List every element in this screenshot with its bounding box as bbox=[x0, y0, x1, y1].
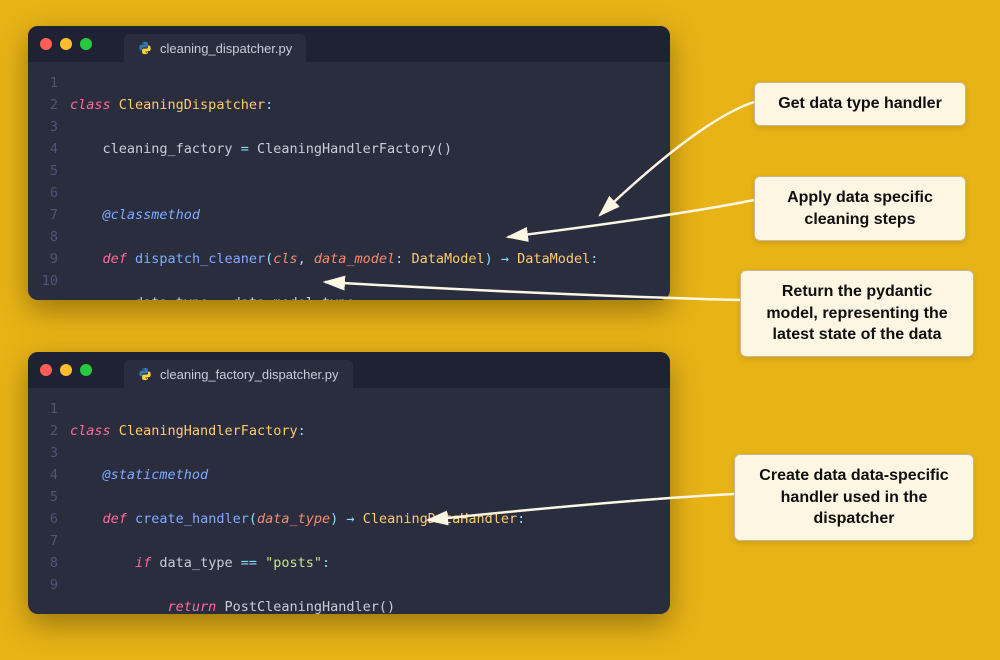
code-area[interactable]: 12345678910 class CleaningDispatcher: cl… bbox=[28, 62, 670, 300]
maximize-icon[interactable] bbox=[80, 38, 92, 50]
callout-return-model: Return the pydantic model, representing … bbox=[740, 270, 974, 357]
window-controls[interactable] bbox=[40, 38, 92, 50]
code-editor-top: cleaning_dispatcher.py 12345678910 class… bbox=[28, 26, 670, 300]
maximize-icon[interactable] bbox=[80, 364, 92, 376]
line-gutter: 123456789 bbox=[28, 398, 70, 614]
python-icon bbox=[138, 41, 152, 55]
window-controls[interactable] bbox=[40, 364, 92, 376]
filename: cleaning_dispatcher.py bbox=[160, 41, 292, 56]
code-editor-bottom: cleaning_factory_dispatcher.py 123456789… bbox=[28, 352, 670, 614]
close-icon[interactable] bbox=[40, 364, 52, 376]
filename: cleaning_factory_dispatcher.py bbox=[160, 367, 339, 382]
line-gutter: 12345678910 bbox=[28, 72, 70, 300]
callout-get-handler: Get data type handler bbox=[754, 82, 966, 126]
titlebar: cleaning_dispatcher.py bbox=[28, 26, 670, 62]
code-content[interactable]: class CleaningHandlerFactory: @staticmet… bbox=[70, 398, 525, 614]
file-tab[interactable]: cleaning_dispatcher.py bbox=[124, 34, 306, 62]
python-icon bbox=[138, 367, 152, 381]
close-icon[interactable] bbox=[40, 38, 52, 50]
minimize-icon[interactable] bbox=[60, 38, 72, 50]
file-tab[interactable]: cleaning_factory_dispatcher.py bbox=[124, 360, 353, 388]
minimize-icon[interactable] bbox=[60, 364, 72, 376]
callout-create-handler: Create data data-specific handler used i… bbox=[734, 454, 974, 541]
callout-apply-cleaning: Apply data specific cleaning steps bbox=[754, 176, 966, 241]
titlebar: cleaning_factory_dispatcher.py bbox=[28, 352, 670, 388]
code-content[interactable]: class CleaningDispatcher: cleaning_facto… bbox=[70, 72, 598, 300]
code-area[interactable]: 123456789 class CleaningHandlerFactory: … bbox=[28, 388, 670, 614]
